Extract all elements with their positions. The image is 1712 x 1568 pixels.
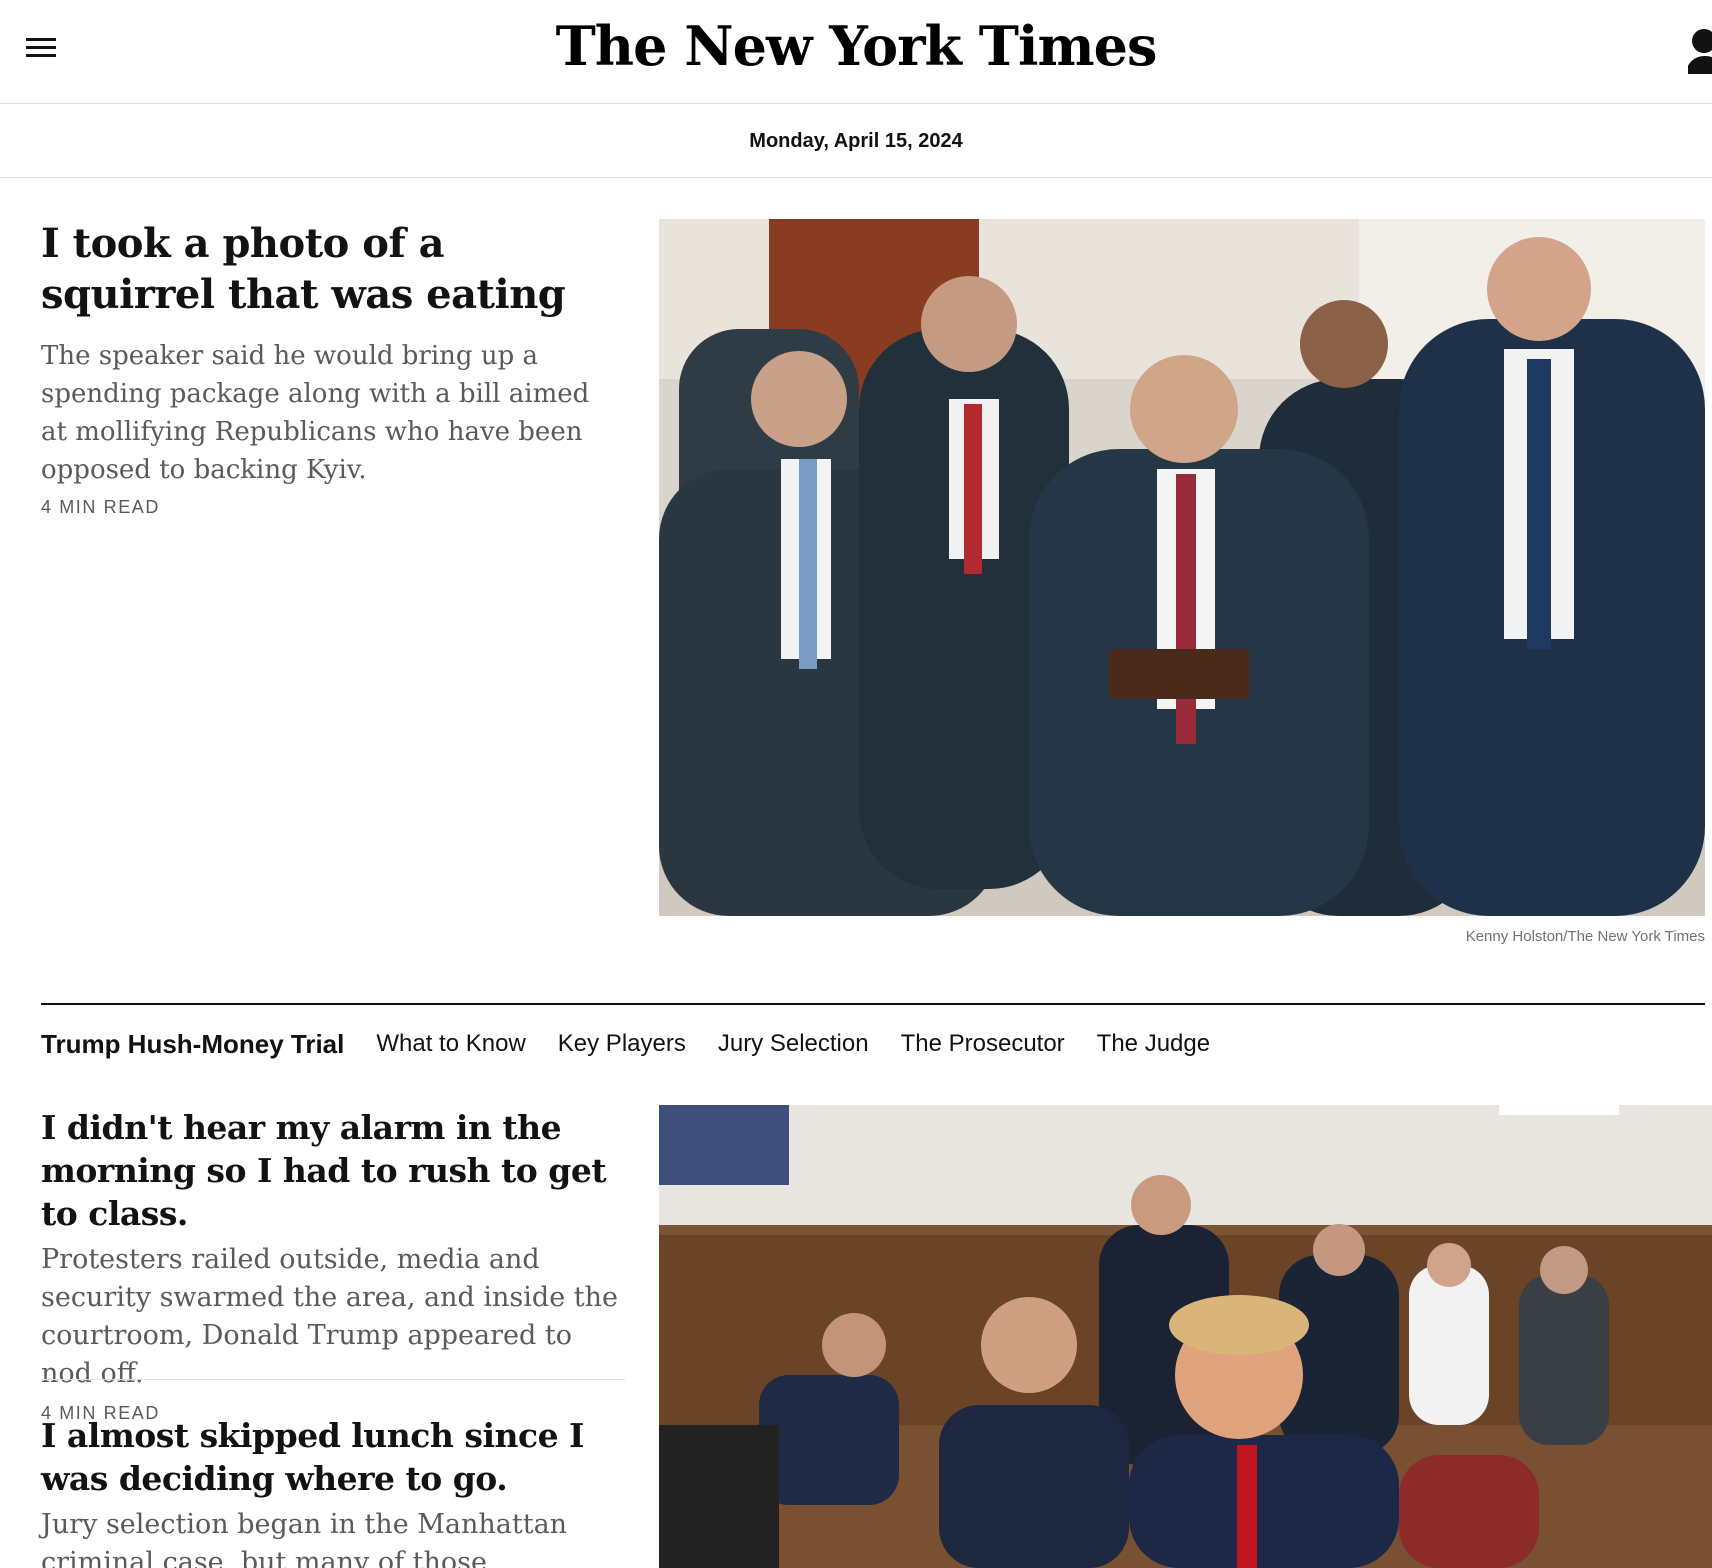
story-divider [41, 1379, 625, 1380]
photo-credit: Kenny Holston/The New York Times [1465, 928, 1705, 945]
nav-link-the-judge[interactable]: The Judge [1097, 1030, 1210, 1058]
lead-story[interactable]: I took a photo of a squirrel that was ea… [41, 218, 601, 518]
user-account-icon[interactable] [1688, 26, 1712, 74]
nav-link-the-prosecutor[interactable]: The Prosecutor [901, 1030, 1065, 1058]
nav-link-what-to-know[interactable]: What to Know [376, 1030, 525, 1058]
nyt-logo[interactable]: The New York Times [0, 14, 1712, 78]
nav-link-jury-selection[interactable]: Jury Selection [718, 1030, 869, 1058]
story-headline[interactable]: I didn't hear my alarm in the morning so… [41, 1106, 631, 1235]
nav-link-key-players[interactable]: Key Players [558, 1030, 686, 1058]
story-summary[interactable]: Jury selection began in the Manhattan cr… [41, 1506, 631, 1568]
trial-photo[interactable] [659, 1105, 1712, 1568]
lead-read-time: 4 MIN READ [41, 497, 161, 517]
story-headline[interactable]: I almost skipped lunch since I was decid… [41, 1414, 631, 1500]
trial-section-label[interactable]: Trump Hush-Money Trial [41, 1029, 344, 1060]
lead-photo[interactable] [659, 219, 1705, 916]
lead-summary[interactable]: The speaker said he would bring up a spe… [41, 337, 601, 489]
story-summary[interactable]: Protesters railed outside, media and sec… [41, 1241, 631, 1393]
trial-section-nav: Trump Hush-Money Trial What to Know Key … [41, 1026, 1242, 1062]
section-divider [41, 1003, 1705, 1005]
masthead: The New York Times [0, 0, 1712, 104]
dateline: Monday, April 15, 2024 [0, 105, 1712, 178]
story-card[interactable]: I didn't hear my alarm in the morning so… [41, 1106, 631, 1424]
story-card[interactable]: I almost skipped lunch since I was decid… [41, 1414, 631, 1568]
lead-headline[interactable]: I took a photo of a squirrel that was ea… [41, 218, 601, 320]
